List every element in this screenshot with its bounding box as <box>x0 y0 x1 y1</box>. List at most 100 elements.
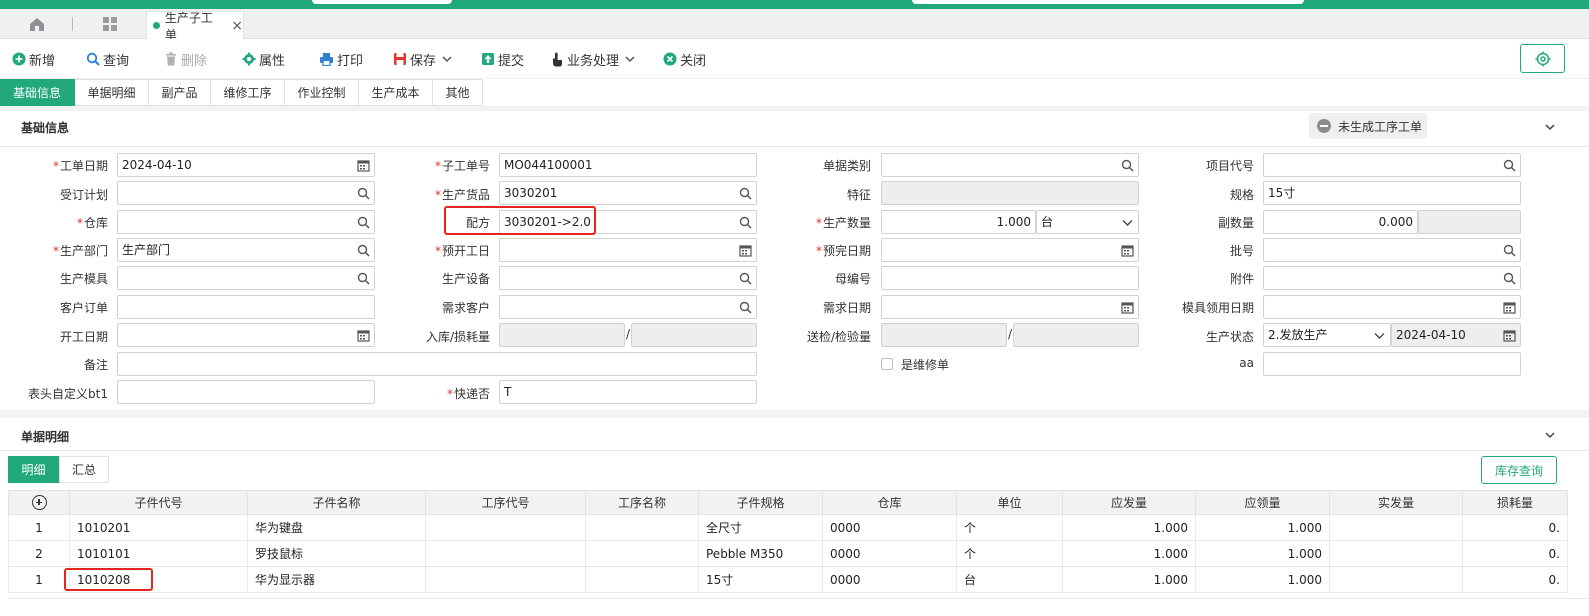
is-repair-checkbox[interactable] <box>881 358 893 370</box>
chevron-down-icon[interactable] <box>1373 329 1386 342</box>
tab-doc-detail[interactable]: 单据明细 <box>75 79 149 106</box>
doc-type-field[interactable] <box>881 153 1139 177</box>
search-icon[interactable] <box>357 244 370 257</box>
loss-qty-cell[interactable]: 0. <box>1462 566 1568 593</box>
customer-order-field[interactable] <box>117 295 375 319</box>
mold-use-date-field[interactable] <box>1263 295 1521 319</box>
component-name-cell[interactable]: 罗技鼠标 <box>247 540 426 567</box>
component-spec-cell[interactable]: 15寸 <box>698 566 823 593</box>
process-code-cell[interactable] <box>425 540 586 567</box>
col-qty-to-issue[interactable]: 应发量 <box>1062 490 1196 515</box>
prod-qty-unit-select[interactable]: 台 <box>1036 210 1139 234</box>
calendar-icon[interactable] <box>1121 244 1134 257</box>
qty-to-issue-cell[interactable]: 1.000 <box>1062 566 1196 593</box>
demand-date-field[interactable] <box>881 295 1139 319</box>
qty-issued-cell[interactable] <box>1329 566 1463 593</box>
calendar-icon[interactable] <box>1503 301 1516 314</box>
stock-query-button[interactable]: 库存查询 <box>1481 456 1557 484</box>
tab-summary[interactable]: 汇总 <box>59 456 109 483</box>
search-icon[interactable] <box>1121 159 1134 172</box>
tab-basic-info[interactable]: 基础信息 <box>0 79 75 106</box>
chevron-down-icon[interactable] <box>624 53 636 65</box>
prod-qty-field[interactable]: 1.000 <box>881 210 1036 234</box>
remark-field[interactable] <box>117 352 757 376</box>
aa-field[interactable] <box>1263 352 1521 376</box>
table-row[interactable]: 1 1010201 华为键盘 全尺寸 0000 个 1.000 1.000 0. <box>8 514 1568 541</box>
process-name-cell[interactable] <box>585 514 699 541</box>
print-button[interactable]: 打印 <box>319 49 363 69</box>
prod-dept-field[interactable]: 生产部门 <box>117 238 375 262</box>
qty-to-receive-cell[interactable]: 1.000 <box>1195 540 1330 567</box>
start-date-field[interactable] <box>117 323 375 347</box>
component-code-cell[interactable]: 1010201 <box>69 514 248 541</box>
col-qty-issued[interactable]: 实发量 <box>1329 490 1463 515</box>
col-qty-to-receive[interactable]: 应领量 <box>1195 490 1330 515</box>
add-row-icon[interactable] <box>31 495 47 510</box>
spec-field[interactable]: 15寸 <box>1263 181 1521 205</box>
save-button[interactable]: 保存 <box>393 49 456 69</box>
tab-repair-process[interactable]: 维修工序 <box>211 79 285 106</box>
warehouse-cell[interactable]: 0000 <box>822 566 957 593</box>
top-search-bar[interactable] <box>912 0 1304 4</box>
qty-issued-cell[interactable] <box>1329 540 1463 567</box>
unit-cell[interactable]: 个 <box>956 514 1063 541</box>
demand-customer-field[interactable] <box>499 295 757 319</box>
process-code-cell[interactable] <box>425 566 586 593</box>
component-name-cell[interactable]: 华为显示器 <box>247 566 426 593</box>
business-process-button[interactable]: 业务处理 <box>551 49 639 69</box>
loss-qty-cell[interactable]: 0. <box>1462 514 1568 541</box>
search-icon[interactable] <box>739 187 752 200</box>
apps-grid-icon[interactable] <box>101 15 119 33</box>
settings-button[interactable] <box>1520 44 1565 73</box>
col-unit[interactable]: 单位 <box>956 490 1063 515</box>
col-process-name[interactable]: 工序名称 <box>585 490 699 515</box>
project-code-field[interactable] <box>1263 153 1521 177</box>
chevron-down-icon[interactable] <box>1121 216 1134 229</box>
add-row-header[interactable] <box>8 490 70 515</box>
search-icon[interactable] <box>357 187 370 200</box>
delete-button[interactable]: 删除 <box>164 49 207 69</box>
collapse-chevron-icon[interactable] <box>1544 429 1556 441</box>
component-code-cell[interactable]: 1010101 <box>69 540 248 567</box>
col-loss-qty[interactable]: 损耗量 <box>1462 490 1568 515</box>
qty-to-issue-cell[interactable]: 1.000 <box>1062 514 1196 541</box>
sub-qty-field[interactable]: 0.000 <box>1263 210 1418 234</box>
order-plan-field[interactable] <box>117 181 375 205</box>
unit-cell[interactable]: 个 <box>956 540 1063 567</box>
parent-no-field[interactable] <box>881 266 1139 290</box>
search-icon[interactable] <box>357 216 370 229</box>
component-spec-cell[interactable]: Pebble M350 <box>698 540 823 567</box>
tab-detail[interactable]: 明细 <box>8 456 59 483</box>
prod-status-select[interactable]: 2.发放生产 <box>1263 323 1391 347</box>
tab-byproduct[interactable]: 副产品 <box>149 79 211 106</box>
tab-production-cost[interactable]: 生产成本 <box>359 79 433 106</box>
calendar-icon[interactable] <box>357 159 370 172</box>
qty-issued-cell[interactable] <box>1329 514 1463 541</box>
component-name-cell[interactable]: 华为键盘 <box>247 514 426 541</box>
batch-no-field[interactable] <box>1263 238 1521 262</box>
search-icon[interactable] <box>739 301 752 314</box>
prod-mold-field[interactable] <box>117 266 375 290</box>
tab-production-suborder[interactable]: 生产子工单 × <box>146 11 244 42</box>
close-tab-icon[interactable]: × <box>231 18 243 34</box>
plan-start-field[interactable] <box>499 238 757 262</box>
unit-cell[interactable]: 台 <box>956 566 1063 593</box>
tab-job-control[interactable]: 作业控制 <box>285 79 359 106</box>
table-row[interactable]: 1 1010208 华为显示器 15寸 0000 台 1.000 1.000 0… <box>8 566 1568 593</box>
close-button[interactable]: 关闭 <box>663 49 706 69</box>
search-icon[interactable] <box>357 272 370 285</box>
process-name-cell[interactable] <box>585 540 699 567</box>
product-item-field[interactable]: 3030201 <box>499 181 757 205</box>
collapse-chevron-icon[interactable] <box>1544 121 1556 133</box>
prod-equip-field[interactable] <box>499 266 757 290</box>
properties-button[interactable]: 属性 <box>242 49 285 69</box>
submit-button[interactable]: 提交 <box>481 49 524 69</box>
calendar-icon[interactable] <box>739 244 752 257</box>
calendar-icon[interactable] <box>357 329 370 342</box>
col-component-name[interactable]: 子件名称 <box>247 490 426 515</box>
search-icon[interactable] <box>739 272 752 285</box>
query-button[interactable]: 查询 <box>86 49 129 69</box>
qty-to-receive-cell[interactable]: 1.000 <box>1195 566 1330 593</box>
express-field[interactable]: T <box>499 380 757 404</box>
qty-to-receive-cell[interactable]: 1.000 <box>1195 514 1330 541</box>
